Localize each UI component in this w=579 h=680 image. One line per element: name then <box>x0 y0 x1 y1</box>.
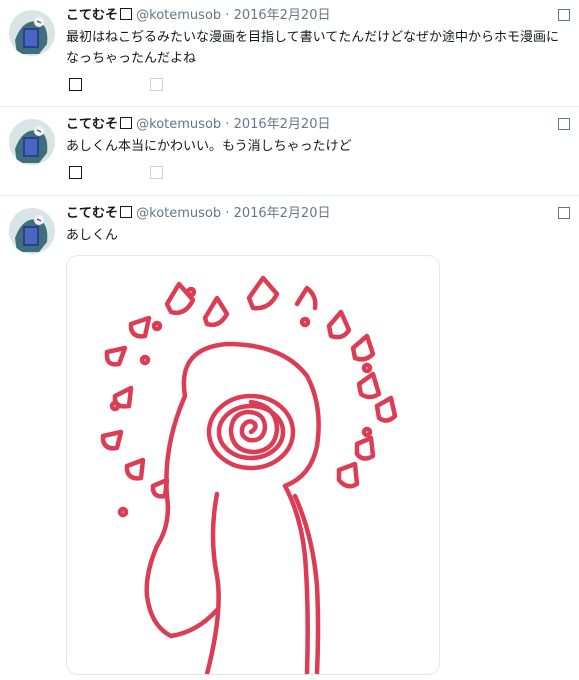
display-name[interactable]: こてむそ <box>66 206 118 221</box>
timestamp[interactable]: 2016年2月20日 <box>234 8 331 23</box>
unknown-glyph-icon <box>120 117 133 129</box>
avatar[interactable] <box>9 119 55 165</box>
retweet-icon[interactable] <box>150 166 163 179</box>
avatar-image <box>9 10 55 56</box>
username[interactable]: @kotemusob <box>136 117 221 132</box>
display-name[interactable]: こてむそ <box>66 117 118 132</box>
tweet-header: こてむそ @kotemusob · 2016年2月20日 <box>66 7 330 24</box>
tweet-header: こてむそ @kotemusob · 2016年2月20日 <box>66 205 330 222</box>
avatar-image <box>9 119 55 165</box>
separator <box>0 106 579 107</box>
more-menu-icon[interactable] <box>558 207 570 219</box>
tweet-text: あしくん本当にかわいい。もう消しちゃったけど <box>66 139 352 154</box>
display-name[interactable]: こてむそ <box>66 8 118 23</box>
username[interactable]: @kotemusob <box>136 206 221 221</box>
drawing-illustration <box>100 275 398 674</box>
separator-dot: · <box>225 8 230 23</box>
more-menu-icon[interactable] <box>558 9 570 21</box>
tweet-text: あしくん <box>66 228 119 243</box>
avatar-image <box>9 208 55 254</box>
more-menu-icon[interactable] <box>558 118 570 130</box>
timestamp[interactable]: 2016年2月20日 <box>234 206 331 221</box>
separator <box>0 195 579 196</box>
avatar[interactable] <box>9 10 55 56</box>
tweet-text: 最初はねこぢるみたいな漫画を目指して書いてたんだけどなぜか途中からホモ漫画になっ… <box>66 30 559 66</box>
separator-dot: · <box>225 117 230 132</box>
avatar[interactable] <box>9 208 55 254</box>
timestamp[interactable]: 2016年2月20日 <box>234 117 331 132</box>
attached-image[interactable] <box>66 255 440 675</box>
reply-icon[interactable] <box>69 78 82 91</box>
reply-icon[interactable] <box>69 166 82 179</box>
tweet-header: こてむそ @kotemusob · 2016年2月20日 <box>66 116 330 133</box>
retweet-icon[interactable] <box>150 78 163 91</box>
username[interactable]: @kotemusob <box>136 8 221 23</box>
separator-dot: · <box>225 206 230 221</box>
unknown-glyph-icon <box>120 8 133 20</box>
unknown-glyph-icon <box>120 206 133 218</box>
